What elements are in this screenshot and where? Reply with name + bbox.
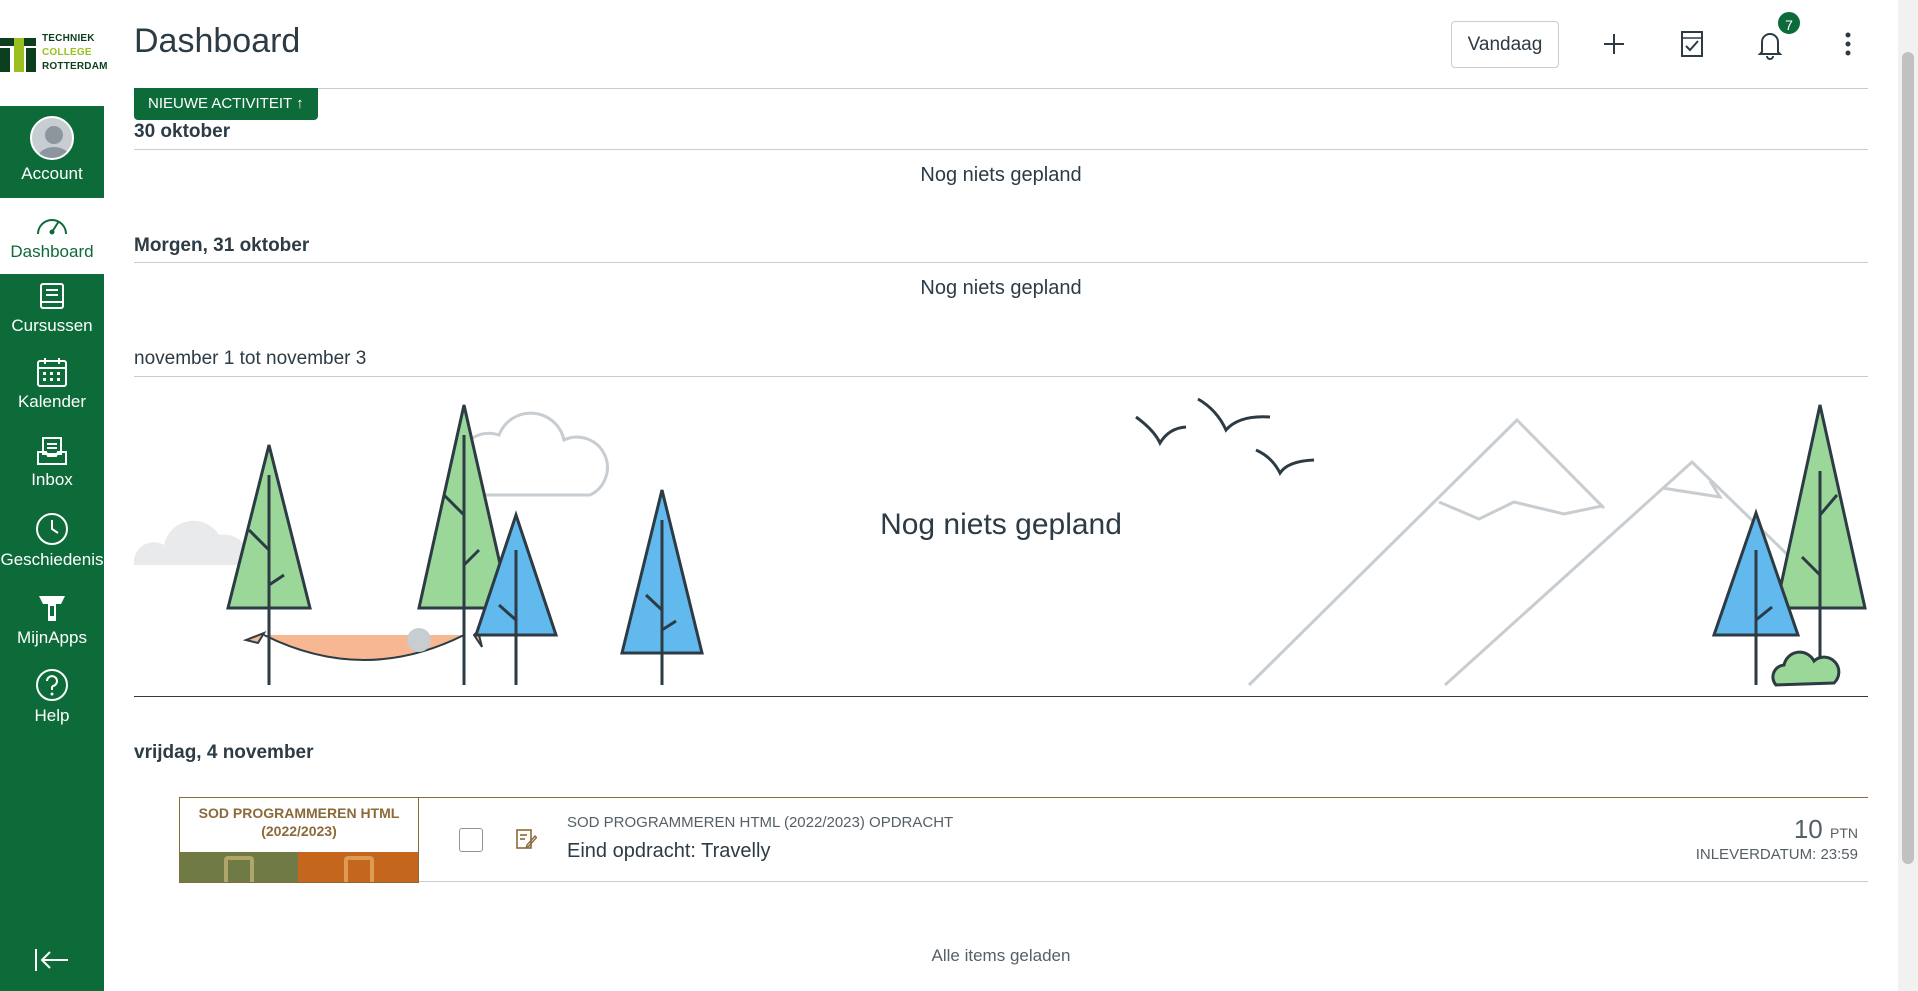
global-nav: TECHNIEK COLLEGE ROTTERDAM Account Dashb…: [0, 0, 107, 991]
add-icon[interactable]: [1596, 26, 1632, 62]
today-button[interactable]: Vandaag: [1451, 21, 1559, 68]
day-divider: [134, 149, 1868, 150]
book-icon: [40, 283, 64, 309]
item-points: 10 PTN: [1794, 814, 1858, 845]
logo-line-1: TECHNIEK: [42, 33, 95, 44]
more-options-icon[interactable]: [1830, 26, 1866, 62]
nav-history[interactable]: Geschiedenis: [0, 512, 104, 590]
course-image: [180, 852, 418, 882]
planner-item: SOD PROGRAMMEREN HTML (2022/2023) SOD PR…: [179, 797, 1868, 883]
empty-day-message: Nog niets gepland: [920, 277, 1082, 299]
new-activity-button[interactable]: NIEUWE ACTIVITEIT ↑: [134, 88, 318, 120]
apps-icon: [39, 596, 65, 621]
item-due-date: INLEVERDATUM: 23:59: [1695, 846, 1858, 863]
nav-account[interactable]: Account: [0, 116, 104, 196]
nav-history-label: Geschiedenis: [0, 550, 104, 569]
nav-courses[interactable]: Cursussen: [0, 282, 104, 356]
nav-courses-label: Cursussen: [11, 316, 93, 335]
nav-account-label: Account: [21, 164, 83, 183]
nav-dashboard[interactable]: Dashboard: [0, 198, 104, 274]
course-tile[interactable]: SOD PROGRAMMEREN HTML (2022/2023): [179, 798, 419, 883]
nav-help-label: Help: [34, 706, 70, 725]
collapse-nav-icon[interactable]: [32, 945, 72, 975]
day-title: 30 oktober: [134, 121, 231, 142]
header-divider: [134, 88, 1868, 89]
scrollbar-thumb[interactable]: [1902, 52, 1914, 864]
points-unit: PTN: [1830, 825, 1858, 841]
day-divider: [134, 376, 1868, 377]
dashboard-icon: [37, 219, 67, 235]
scrollbar[interactable]: [1898, 0, 1918, 991]
nav-myapps[interactable]: MijnApps: [0, 592, 104, 668]
logo-line-2: COLLEGE: [42, 47, 92, 58]
empty-day-message: Nog niets gepland: [920, 164, 1082, 186]
nav-calendar[interactable]: Kalender: [0, 356, 104, 434]
nav-dashboard-label: Dashboard: [10, 242, 94, 261]
calendar-icon: [37, 358, 67, 387]
inbox-icon: [37, 437, 67, 465]
user-silhouette-icon: [37, 126, 71, 158]
item-title-link[interactable]: Eind opdracht: Travelly: [567, 840, 770, 863]
course-tile-name: SOD PROGRAMMEREN HTML (2022/2023): [198, 805, 400, 839]
logo-line-3: ROTTERDAM: [42, 61, 108, 72]
day-title: Morgen, 31 oktober: [134, 235, 310, 256]
item-course-label: SOD PROGRAMMEREN HTML (2022/2023) OPDRAC…: [567, 814, 954, 831]
nav-inbox-label: Inbox: [31, 470, 73, 489]
nav-inbox[interactable]: Inbox: [0, 436, 104, 512]
points-value: 10: [1793, 814, 1823, 844]
help-icon: [36, 669, 68, 701]
all-items-loaded-text: Alle items geladen: [931, 946, 1071, 965]
avatar: [30, 116, 74, 160]
nav-myapps-label: MijnApps: [17, 628, 87, 647]
assignment-icon: [516, 829, 537, 849]
clock-icon: [36, 513, 68, 545]
nav-help[interactable]: Help: [0, 668, 104, 746]
page-header: Dashboard Vandaag 7: [104, 0, 1868, 89]
notification-badge: 7: [1776, 10, 1802, 36]
day-divider: [134, 262, 1868, 263]
day-title: vrijdag, 4 november: [134, 742, 314, 763]
complete-checkbox[interactable]: [459, 828, 483, 852]
empty-week-message: Nog niets gepland: [880, 508, 1122, 541]
page-title: Dashboard: [134, 22, 301, 60]
illustration-ground-line: [134, 696, 1868, 697]
todo-list-icon[interactable]: [1674, 26, 1710, 62]
nav-calendar-label: Kalender: [17, 392, 87, 411]
logo-mark-icon: [0, 38, 36, 72]
school-logo[interactable]: TECHNIEK COLLEGE ROTTERDAM: [0, 0, 107, 106]
day-range-title: november 1 tot november 3: [134, 348, 367, 369]
